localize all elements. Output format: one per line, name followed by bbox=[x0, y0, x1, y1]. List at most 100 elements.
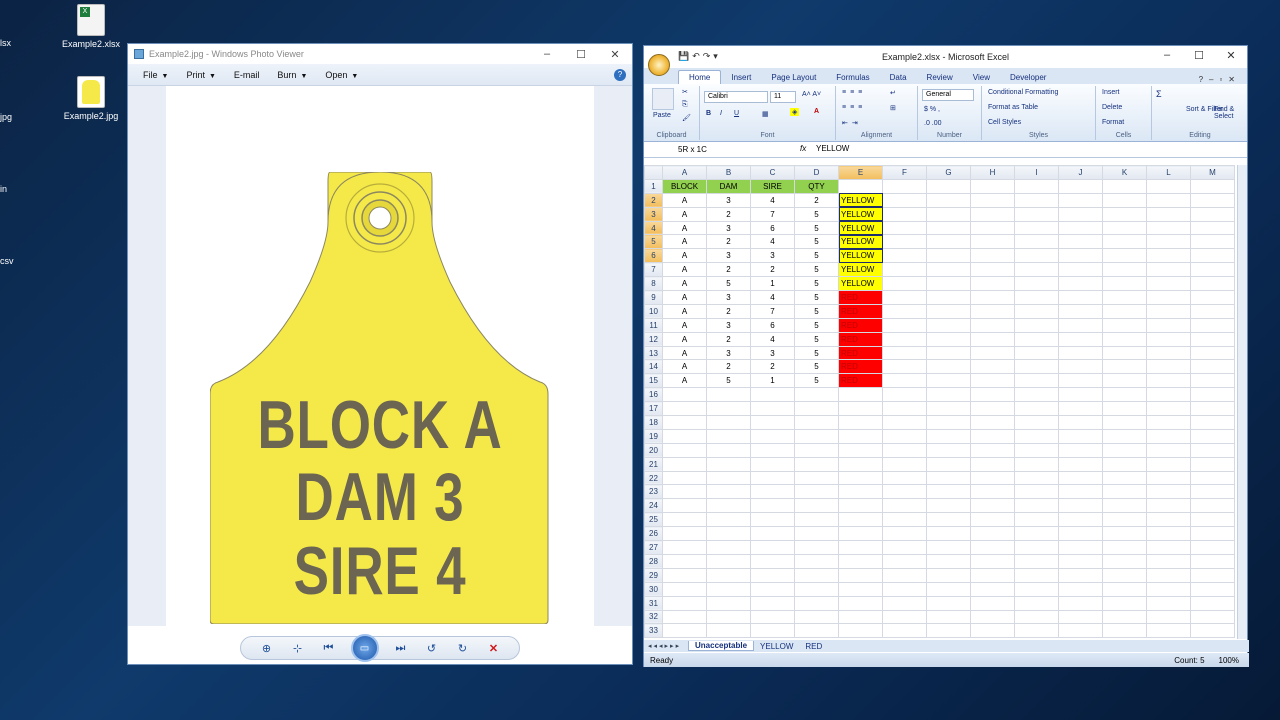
sheet-nav-arrows[interactable]: ◂◂◂▸▸▸ bbox=[644, 642, 688, 650]
cell[interactable] bbox=[926, 248, 971, 264]
cell[interactable] bbox=[838, 428, 883, 444]
cell[interactable] bbox=[1190, 553, 1235, 569]
cell[interactable]: 1 bbox=[750, 373, 795, 389]
cell[interactable] bbox=[1014, 609, 1059, 625]
cell[interactable] bbox=[882, 331, 927, 347]
cell[interactable]: 5 bbox=[794, 220, 839, 236]
cell[interactable] bbox=[794, 401, 839, 417]
cell[interactable] bbox=[1146, 581, 1191, 597]
cell[interactable] bbox=[882, 456, 927, 472]
row-header[interactable]: 32 bbox=[644, 609, 663, 625]
row-header[interactable]: 15 bbox=[644, 373, 663, 389]
office-button[interactable] bbox=[648, 54, 670, 76]
cell[interactable] bbox=[838, 526, 883, 542]
cell[interactable] bbox=[1146, 484, 1191, 500]
cell[interactable]: YELLOW bbox=[838, 192, 883, 208]
row-header[interactable]: 30 bbox=[644, 581, 663, 597]
cell[interactable] bbox=[1058, 595, 1103, 611]
cell[interactable]: QTY bbox=[794, 178, 839, 194]
cell[interactable] bbox=[1014, 581, 1059, 597]
column-header[interactable]: J bbox=[1058, 165, 1103, 180]
cell[interactable] bbox=[706, 442, 751, 458]
close-button[interactable]: ✕ bbox=[1215, 49, 1247, 62]
cell[interactable] bbox=[1146, 526, 1191, 542]
cell[interactable] bbox=[970, 484, 1015, 500]
cell[interactable] bbox=[970, 428, 1015, 444]
cell[interactable] bbox=[1102, 595, 1147, 611]
cell[interactable] bbox=[1102, 387, 1147, 403]
cell[interactable]: A bbox=[662, 331, 707, 347]
cell[interactable] bbox=[1190, 484, 1235, 500]
cell[interactable] bbox=[838, 553, 883, 569]
cell[interactable] bbox=[662, 581, 707, 597]
cell[interactable] bbox=[794, 581, 839, 597]
cell[interactable] bbox=[1146, 303, 1191, 319]
row-header[interactable]: 12 bbox=[644, 331, 663, 347]
cell[interactable] bbox=[1014, 540, 1059, 555]
cell[interactable] bbox=[1190, 609, 1235, 625]
row-header[interactable]: 5 bbox=[644, 234, 663, 250]
cell[interactable] bbox=[970, 415, 1015, 430]
cell[interactable] bbox=[706, 540, 751, 555]
cell[interactable] bbox=[794, 428, 839, 444]
cell[interactable] bbox=[1102, 623, 1147, 639]
format-as-table-button[interactable]: Format as Table bbox=[988, 104, 1038, 111]
cell[interactable] bbox=[1146, 234, 1191, 250]
cell[interactable]: A bbox=[662, 248, 707, 264]
cell[interactable] bbox=[970, 359, 1015, 375]
desktop-icon-fragment[interactable]: csv bbox=[0, 256, 14, 266]
cell[interactable] bbox=[1058, 623, 1103, 639]
cell[interactable]: 4 bbox=[750, 234, 795, 250]
cell[interactable] bbox=[706, 609, 751, 625]
currency-icon[interactable]: $ % , bbox=[924, 106, 940, 113]
cell[interactable] bbox=[1014, 178, 1059, 194]
cell[interactable]: 1 bbox=[750, 276, 795, 292]
cell[interactable] bbox=[662, 623, 707, 639]
cell[interactable]: A bbox=[662, 220, 707, 236]
cell[interactable] bbox=[926, 178, 971, 194]
cell[interactable] bbox=[1014, 359, 1059, 375]
previous-icon[interactable]: ⏮ bbox=[320, 640, 338, 656]
row-header[interactable]: 23 bbox=[644, 484, 663, 500]
cell[interactable] bbox=[1146, 401, 1191, 417]
cell[interactable]: 3 bbox=[706, 248, 751, 264]
sheet-tab-unacceptable[interactable]: Unacceptable bbox=[688, 641, 755, 651]
cell[interactable]: DAM bbox=[706, 178, 751, 194]
tab-home[interactable]: Home bbox=[678, 70, 722, 84]
cell[interactable] bbox=[882, 248, 927, 264]
row-header[interactable]: 28 bbox=[644, 553, 663, 569]
cell[interactable] bbox=[794, 442, 839, 458]
cell[interactable] bbox=[926, 595, 971, 611]
cell[interactable] bbox=[1014, 387, 1059, 403]
cell[interactable] bbox=[1190, 192, 1235, 208]
cell[interactable] bbox=[1014, 623, 1059, 639]
cell[interactable] bbox=[882, 192, 927, 208]
cell[interactable]: 5 bbox=[794, 345, 839, 361]
cell[interactable] bbox=[882, 345, 927, 361]
cell[interactable] bbox=[1102, 553, 1147, 569]
cell[interactable] bbox=[970, 234, 1015, 250]
cell[interactable] bbox=[1102, 609, 1147, 625]
cell[interactable]: RED bbox=[838, 359, 883, 375]
desktop-icon-jpg[interactable]: Example2.jpg bbox=[56, 76, 126, 121]
cell[interactable] bbox=[1146, 415, 1191, 430]
cell[interactable] bbox=[882, 317, 927, 333]
cell[interactable] bbox=[1146, 276, 1191, 292]
cell[interactable]: 6 bbox=[750, 317, 795, 333]
format-painter-icon[interactable]: 🖌 bbox=[682, 114, 691, 122]
row-header[interactable]: 16 bbox=[644, 387, 663, 403]
cell[interactable] bbox=[1014, 456, 1059, 472]
cell[interactable] bbox=[1146, 609, 1191, 625]
cell[interactable] bbox=[970, 206, 1015, 222]
cell[interactable] bbox=[794, 623, 839, 639]
tab-developer[interactable]: Developer bbox=[1000, 71, 1056, 84]
cell[interactable] bbox=[1146, 498, 1191, 514]
indent-icons[interactable]: ⇤⇥ bbox=[842, 119, 862, 127]
cell[interactable] bbox=[1014, 234, 1059, 250]
cell[interactable] bbox=[750, 623, 795, 639]
cell[interactable] bbox=[1014, 512, 1059, 528]
cell[interactable]: RED bbox=[838, 317, 883, 333]
cell[interactable] bbox=[970, 567, 1015, 583]
rotate-right-icon[interactable]: ↻ bbox=[454, 640, 472, 656]
row-header[interactable]: 19 bbox=[644, 428, 663, 444]
